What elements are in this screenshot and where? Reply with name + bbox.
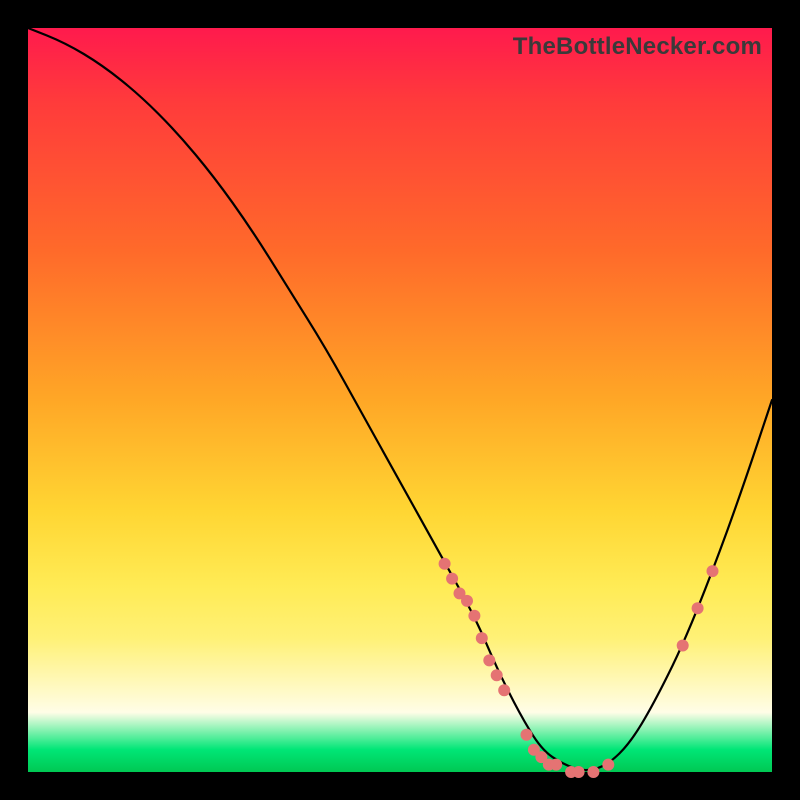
marker-dot	[483, 654, 495, 666]
marker-dots	[439, 558, 719, 778]
marker-dot	[602, 759, 614, 771]
marker-dot	[491, 669, 503, 681]
marker-dot	[498, 684, 510, 696]
marker-dot	[476, 632, 488, 644]
marker-dot	[707, 565, 719, 577]
marker-dot	[446, 573, 458, 585]
marker-dot	[521, 729, 533, 741]
marker-dot	[587, 766, 599, 778]
plot-area: TheBottleNecker.com	[28, 28, 772, 772]
marker-dot	[692, 602, 704, 614]
chart-container: TheBottleNecker.com	[0, 0, 800, 800]
marker-dot	[468, 610, 480, 622]
marker-dot	[573, 766, 585, 778]
marker-dot	[461, 595, 473, 607]
marker-dot	[439, 558, 451, 570]
chart-svg	[28, 28, 772, 772]
marker-dot	[550, 759, 562, 771]
bottleneck-curve	[28, 28, 772, 770]
marker-dot	[677, 640, 689, 652]
